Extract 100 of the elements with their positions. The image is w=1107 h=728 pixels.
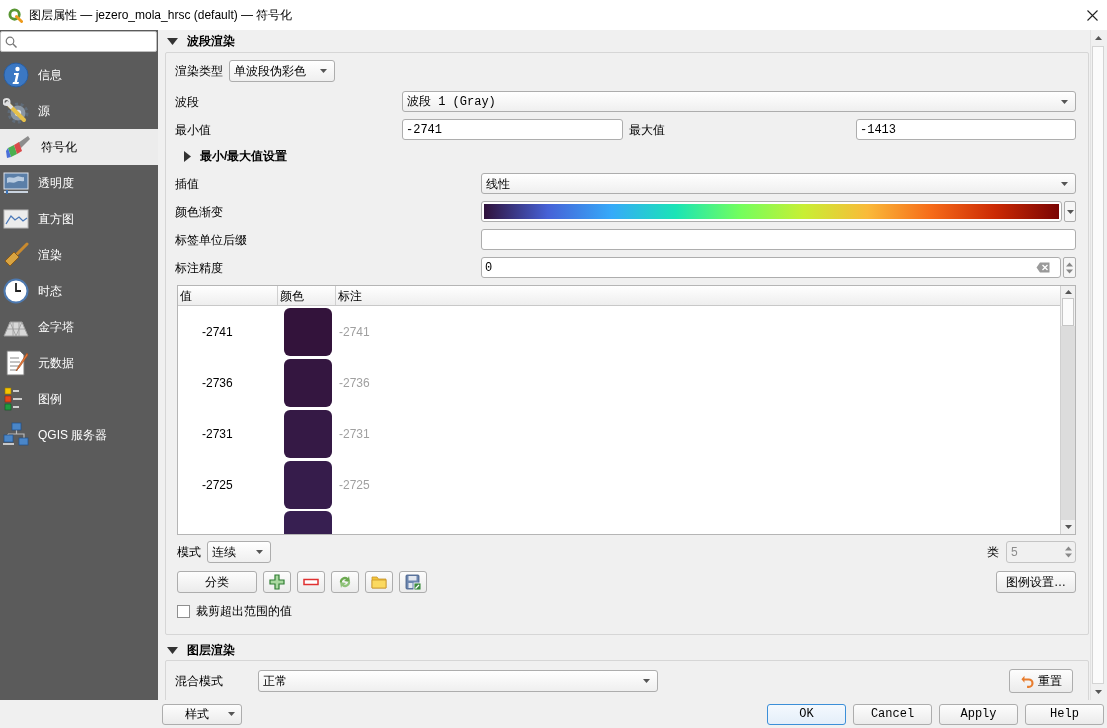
- suffix-field[interactable]: [481, 229, 1076, 250]
- add-button[interactable]: [263, 571, 291, 593]
- color-swatch-icon[interactable]: [284, 460, 332, 509]
- reload-button[interactable]: [331, 571, 359, 593]
- max-value-field[interactable]: -1413: [856, 119, 1076, 140]
- triangle-right-icon[interactable]: [184, 150, 191, 162]
- blend-mode-dropdown[interactable]: 正常: [258, 670, 658, 692]
- table-cell-text: -2725: [202, 476, 233, 494]
- table-cell-text: -2725: [339, 476, 370, 494]
- clear-icon[interactable]: [1036, 262, 1050, 273]
- sidebar-item[interactable]: 直方图: [0, 201, 158, 237]
- mode-dropdown[interactable]: 连续: [207, 541, 271, 563]
- checkbox-label[interactable]: 裁剪超出范围的值: [196, 602, 292, 620]
- triangle-down-icon[interactable]: [167, 37, 178, 45]
- section-title[interactable]: 最小/最大值设置: [200, 147, 288, 165]
- undo-arrow-icon: [1020, 674, 1034, 688]
- table-cell-text: -2736: [339, 374, 370, 392]
- color-swatch-icon[interactable]: [284, 307, 332, 356]
- caret-icon: [1061, 181, 1068, 186]
- sidebar-item[interactable]: 元数据: [0, 345, 158, 381]
- save-button[interactable]: [399, 571, 427, 593]
- interpolation-dropdown[interactable]: 线性: [481, 173, 1076, 194]
- band-dropdown[interactable]: 波段 1 (Gray): [402, 91, 1076, 112]
- circular-arrows-icon: [337, 574, 353, 590]
- spin-buttons[interactable]: [1063, 257, 1076, 278]
- field-label: 最大值: [629, 121, 666, 139]
- column-header[interactable]: 标注: [336, 286, 1060, 305]
- caret-icon: [1066, 209, 1074, 214]
- classify-button[interactable]: 分类: [177, 571, 257, 593]
- vertical-scrollbar[interactable]: [1090, 30, 1105, 700]
- sidebar-item[interactable]: 图例: [0, 381, 158, 417]
- caret-icon: [228, 712, 235, 716]
- field-label: 标注精度: [175, 259, 224, 277]
- field-label: 波段: [175, 93, 200, 111]
- field-label: 渲染类型: [175, 63, 223, 80]
- clock-icon: [3, 278, 29, 304]
- ramp-menu-button[interactable]: [1064, 201, 1076, 222]
- table-cell-text: -2731: [339, 425, 370, 443]
- document-pencil-icon: [3, 350, 29, 376]
- sidebar-item[interactable]: 透明度: [0, 165, 158, 201]
- min-value-field[interactable]: -2741: [402, 119, 623, 140]
- field-label: 标签单位后缀: [175, 231, 248, 249]
- remove-button[interactable]: [297, 571, 325, 593]
- dialog-button[interactable]: Cancel: [853, 703, 932, 725]
- field-label: 最小值: [175, 121, 212, 139]
- style-menu-button[interactable]: 样式: [162, 703, 242, 725]
- precision-spinbox[interactable]: 0: [481, 257, 1061, 278]
- close-icon[interactable]: [1087, 9, 1098, 21]
- folder-icon: [371, 574, 387, 590]
- arrow-up-icon[interactable]: [1064, 290, 1072, 294]
- field-label: 模式: [177, 544, 201, 561]
- table-cell-text: -2741: [339, 323, 370, 341]
- color-swatch-icon[interactable]: [284, 358, 332, 407]
- table-cell-text: -2731: [202, 425, 233, 443]
- sidebar-item[interactable]: 渲染: [0, 237, 158, 273]
- window-title: 图层属性 — jezero_mola_hrsc (default) — 符号化: [29, 7, 293, 24]
- field-label: 插值: [175, 175, 200, 193]
- network-computers-icon: [3, 422, 29, 448]
- triangle-down-icon[interactable]: [167, 646, 178, 654]
- spin-arrows-icon[interactable]: [1066, 261, 1073, 274]
- sidebar-item[interactable]: 时态: [0, 273, 158, 309]
- search-field[interactable]: [0, 31, 157, 52]
- field-label: 类: [987, 544, 999, 561]
- info-icon: [3, 62, 29, 88]
- dialog-button[interactable]: OK: [767, 703, 846, 725]
- sidebar-item[interactable]: 信息: [0, 57, 158, 93]
- sidebar-item[interactable]: QGIS 服务器: [0, 417, 158, 453]
- arrow-down-icon[interactable]: [1094, 690, 1102, 694]
- line-chart-icon: [3, 206, 29, 232]
- color-swatch-icon[interactable]: [284, 511, 332, 534]
- sidebar-item[interactable]: 符号化: [0, 129, 158, 165]
- column-header[interactable]: 值: [178, 286, 278, 305]
- field-label: 颜色渐变: [175, 203, 224, 221]
- reset-button[interactable]: 重置: [1009, 669, 1073, 693]
- section-title[interactable]: 图层渲染: [187, 641, 235, 659]
- scrollbar-thumb[interactable]: [1062, 298, 1074, 326]
- caret-icon: [320, 69, 327, 73]
- arrow-down-icon[interactable]: [1064, 525, 1072, 529]
- section-title[interactable]: 波段渲染: [187, 32, 235, 50]
- vertical-scrollbar[interactable]: [1060, 286, 1075, 534]
- plus-icon: [269, 574, 285, 590]
- caret-icon: [643, 679, 650, 683]
- caret-icon: [1061, 99, 1068, 104]
- dialog-button[interactable]: Help: [1025, 703, 1104, 725]
- arrow-up-icon[interactable]: [1094, 36, 1102, 40]
- sidebar-item[interactable]: 金字塔: [0, 309, 158, 345]
- render-type-dropdown[interactable]: 单波段伪彩色: [229, 60, 335, 82]
- scrollbar-thumb[interactable]: [1092, 46, 1104, 684]
- table-cell-text: -2736: [202, 374, 233, 392]
- app-logo-icon: [8, 7, 23, 23]
- color-swatch-icon[interactable]: [284, 409, 332, 458]
- legend-settings-button[interactable]: 图例设置…: [996, 571, 1076, 593]
- column-header[interactable]: 颜色: [278, 286, 336, 305]
- paintbrush-icon: [5, 134, 31, 160]
- checkbox[interactable]: [177, 604, 190, 618]
- dialog-button[interactable]: Apply: [939, 703, 1018, 725]
- brush-icon: [3, 242, 29, 268]
- table-cell-text: -2741: [202, 323, 233, 341]
- caret-icon: [256, 550, 263, 554]
- sidebar-item[interactable]: 源: [0, 93, 158, 129]
